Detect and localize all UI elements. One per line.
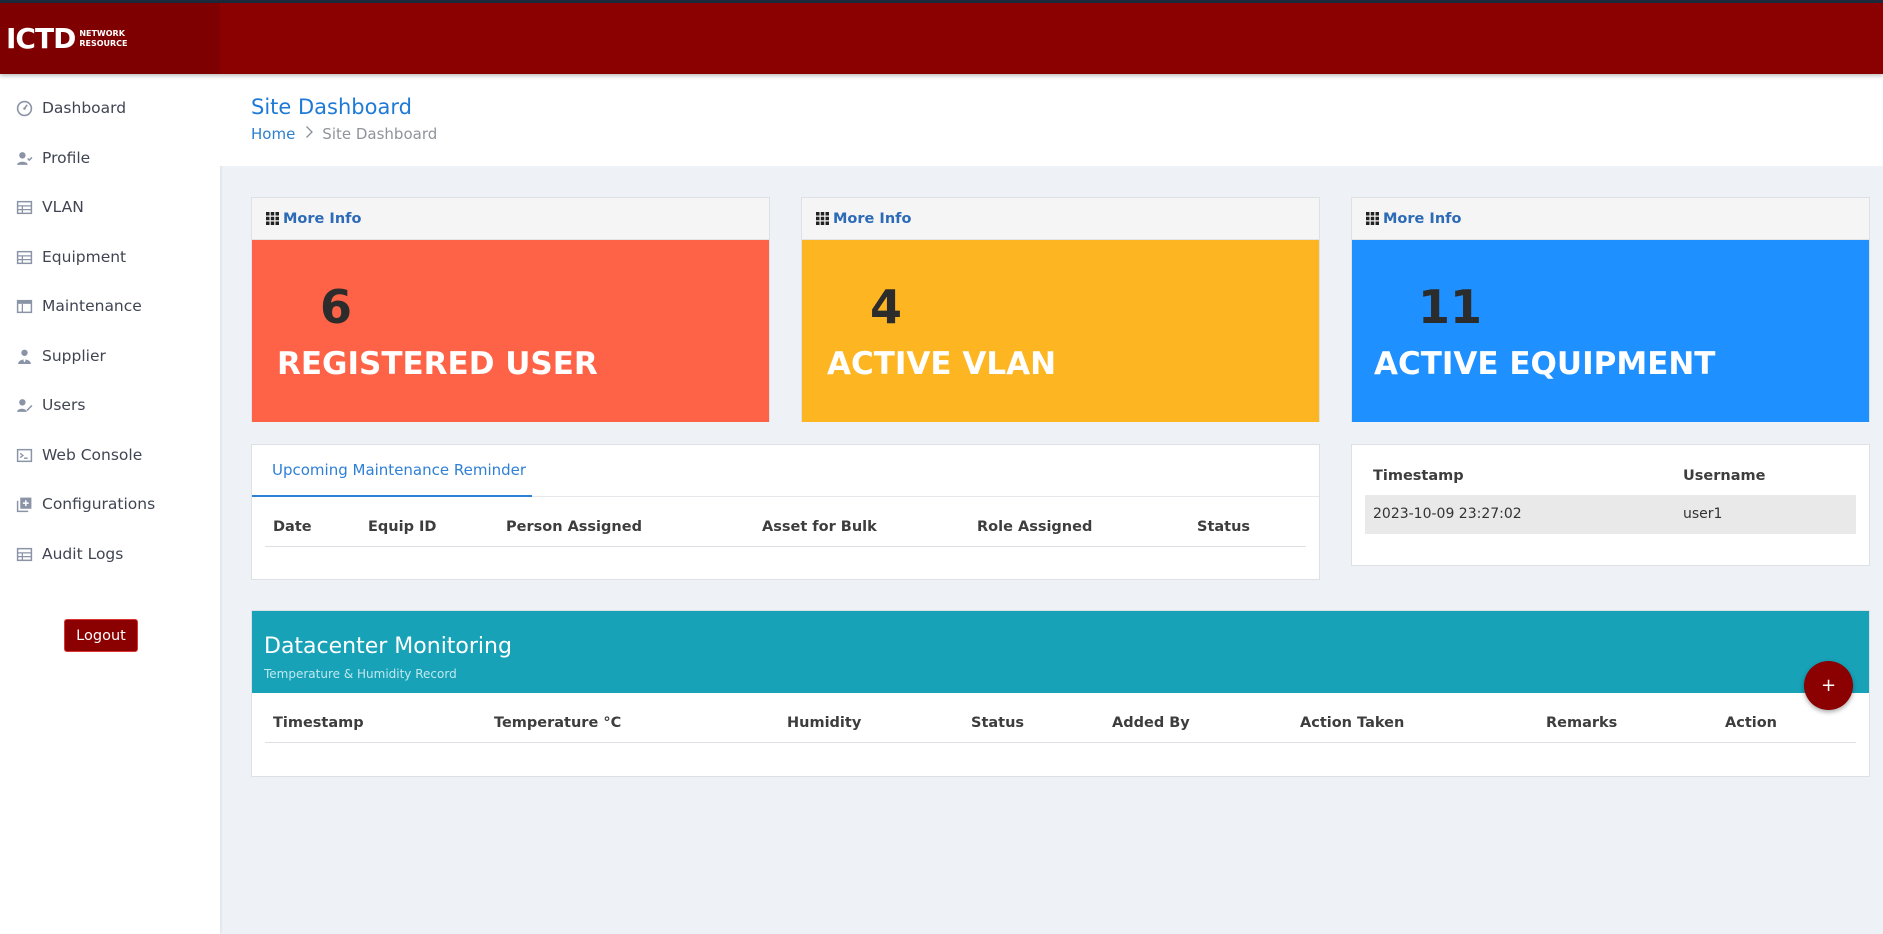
sidebar-item-web-console[interactable]: Web Console bbox=[0, 435, 220, 475]
page-header: Site Dashboard Home Site Dashboard bbox=[220, 74, 1883, 166]
sidebar-item-supplier[interactable]: Supplier bbox=[0, 336, 220, 376]
column-header[interactable]: Role Assigned bbox=[977, 519, 1092, 535]
stat-card-registered-user: More Info 6 REGISTERED USER bbox=[251, 197, 770, 422]
column-header[interactable]: Timestamp bbox=[273, 715, 364, 731]
breadcrumb: Home Site Dashboard bbox=[251, 125, 437, 143]
sidebar-item-label: Audit Logs bbox=[42, 545, 124, 563]
table-header-divider bbox=[265, 742, 1856, 743]
column-header[interactable]: Person Assigned bbox=[506, 519, 642, 535]
stat-value: 4 bbox=[870, 280, 903, 334]
stat-label: ACTIVE EQUIPMENT bbox=[1374, 346, 1716, 382]
log-timestamp: 2023-10-09 23:27:02 bbox=[1373, 506, 1522, 522]
page-title: Site Dashboard bbox=[251, 95, 412, 119]
chevron-right-icon bbox=[305, 125, 314, 143]
datacenter-monitoring-panel: Datacenter Monitoring Temperature & Humi… bbox=[251, 610, 1870, 777]
card-header[interactable]: More Info bbox=[802, 198, 1319, 240]
sidebar-item-label: Equipment bbox=[42, 248, 127, 266]
breadcrumb-home-link[interactable]: Home bbox=[251, 125, 295, 143]
column-header[interactable]: Asset for Bulk bbox=[762, 519, 877, 535]
column-header[interactable]: Temperature °C bbox=[494, 715, 621, 731]
table-icon bbox=[15, 248, 33, 266]
card-body: 4 ACTIVE VLAN bbox=[802, 240, 1319, 422]
more-info-link[interactable]: More Info bbox=[1383, 211, 1461, 227]
stat-value: 11 bbox=[1418, 280, 1483, 334]
logout-button[interactable]: Logout bbox=[64, 619, 138, 652]
sidebar-item-configurations[interactable]: Configurations bbox=[0, 484, 220, 524]
add-record-button[interactable]: + bbox=[1804, 661, 1853, 710]
user-tie-icon bbox=[15, 347, 33, 365]
sidebar-item-maintenance[interactable]: Maintenance bbox=[0, 286, 220, 326]
stat-label: ACTIVE VLAN bbox=[827, 346, 1057, 382]
plus-square-icon bbox=[15, 495, 33, 513]
datacenter-title: Datacenter Monitoring bbox=[264, 634, 512, 659]
sidebar-item-label: Dashboard bbox=[42, 99, 127, 117]
datacenter-subtitle: Temperature & Humidity Record bbox=[264, 667, 457, 681]
datacenter-header: Datacenter Monitoring Temperature & Humi… bbox=[252, 611, 1869, 693]
grid-icon bbox=[266, 212, 279, 225]
column-header[interactable]: Date bbox=[273, 519, 312, 535]
layout-icon bbox=[15, 297, 33, 315]
stat-label: REGISTERED USER bbox=[277, 346, 598, 382]
brand-sub-text: NETWORK RESOURCE bbox=[79, 29, 127, 49]
terminal-icon bbox=[15, 446, 33, 464]
sidebar-item-label: Maintenance bbox=[42, 297, 142, 315]
card-body: 11 ACTIVE EQUIPMENT bbox=[1352, 240, 1869, 422]
table-icon bbox=[15, 198, 33, 216]
sidebar-item-users[interactable]: Users bbox=[0, 385, 220, 425]
top-bar: ICTD NETWORK RESOURCE bbox=[0, 3, 1883, 74]
brand-logo[interactable]: ICTD NETWORK RESOURCE bbox=[0, 3, 220, 74]
column-header[interactable]: Action Taken bbox=[1300, 715, 1404, 731]
sidebar: Dashboard Profile VLAN Equipment Mainten… bbox=[0, 74, 220, 934]
card-header[interactable]: More Info bbox=[1352, 198, 1869, 240]
log-username: user1 bbox=[1683, 506, 1723, 522]
sidebar-item-label: Users bbox=[42, 396, 86, 414]
column-header[interactable]: Action bbox=[1725, 715, 1777, 731]
login-log-panel: Timestamp Username 2023-10-09 23:27:02 u… bbox=[1351, 444, 1870, 566]
sidebar-item-audit-logs[interactable]: Audit Logs bbox=[0, 534, 220, 574]
user-check-icon bbox=[15, 149, 33, 167]
column-header[interactable]: Added By bbox=[1112, 715, 1190, 731]
sidebar-item-label: VLAN bbox=[42, 198, 84, 216]
sidebar-item-dashboard[interactable]: Dashboard bbox=[0, 88, 220, 128]
stat-card-active-equipment: More Info 11 ACTIVE EQUIPMENT bbox=[1351, 197, 1870, 422]
grid-icon bbox=[816, 212, 829, 225]
sidebar-item-equipment[interactable]: Equipment bbox=[0, 237, 220, 277]
grid-icon bbox=[1366, 212, 1379, 225]
column-header[interactable]: Status bbox=[971, 715, 1024, 731]
column-header[interactable]: Remarks bbox=[1546, 715, 1617, 731]
column-header[interactable]: Humidity bbox=[787, 715, 861, 731]
brand-main-text: ICTD bbox=[6, 22, 76, 55]
table-header-divider bbox=[265, 546, 1306, 547]
sidebar-item-label: Web Console bbox=[42, 446, 143, 464]
table-icon bbox=[15, 545, 33, 563]
sidebar-item-label: Supplier bbox=[42, 347, 106, 365]
column-header[interactable]: Timestamp bbox=[1373, 468, 1464, 484]
user-edit-icon bbox=[15, 396, 33, 414]
table-row: 2023-10-09 23:27:02 user1 bbox=[1365, 495, 1856, 534]
column-header[interactable]: Equip ID bbox=[368, 519, 436, 535]
more-info-link[interactable]: More Info bbox=[283, 211, 361, 227]
card-header[interactable]: More Info bbox=[252, 198, 769, 240]
column-header[interactable]: Status bbox=[1197, 519, 1250, 535]
breadcrumb-current: Site Dashboard bbox=[322, 125, 438, 143]
card-body: 6 REGISTERED USER bbox=[252, 240, 769, 422]
dashboard-icon bbox=[15, 99, 33, 117]
brand-sub-line1: NETWORK bbox=[79, 28, 125, 38]
sidebar-item-label: Configurations bbox=[42, 495, 156, 513]
sidebar-item-vlan[interactable]: VLAN bbox=[0, 187, 220, 227]
brand-sub-line2: RESOURCE bbox=[79, 38, 128, 48]
column-header[interactable]: Username bbox=[1683, 468, 1765, 484]
sidebar-item-profile[interactable]: Profile bbox=[0, 138, 220, 178]
more-info-link[interactable]: More Info bbox=[833, 211, 911, 227]
stat-card-active-vlan: More Info 4 ACTIVE VLAN bbox=[801, 197, 1320, 422]
stat-value: 6 bbox=[320, 280, 353, 334]
sidebar-item-label: Profile bbox=[42, 149, 91, 167]
maintenance-panel: Upcoming Maintenance Reminder Date Equip… bbox=[251, 444, 1320, 580]
tab-upcoming-maintenance[interactable]: Upcoming Maintenance Reminder bbox=[252, 445, 532, 497]
